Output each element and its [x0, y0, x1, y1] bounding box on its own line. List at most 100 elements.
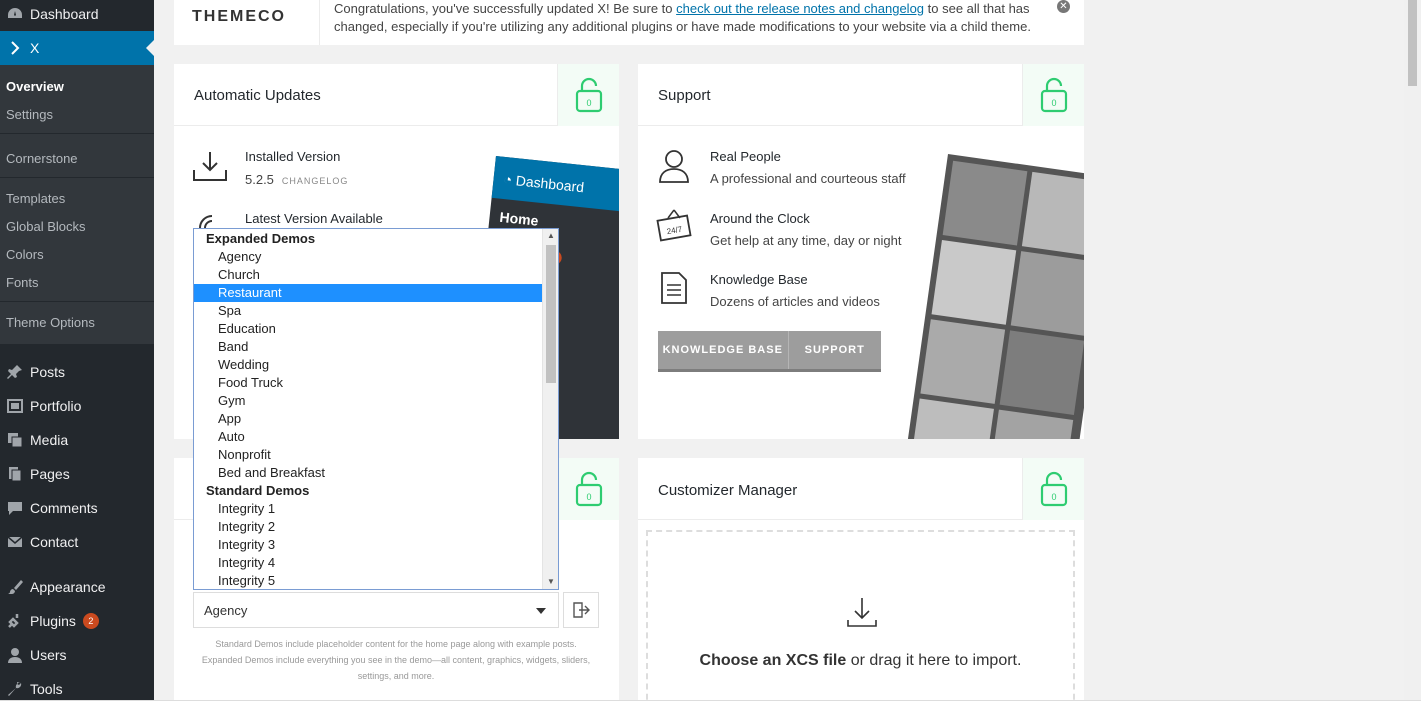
demo-option[interactable]: Restaurant — [194, 284, 542, 302]
wrench-icon — [0, 681, 30, 697]
support-button[interactable]: SUPPORT — [789, 331, 882, 369]
clock-sign-icon: 24/7 — [656, 208, 692, 245]
support-lock: 0 — [1022, 64, 1084, 126]
plug-icon — [0, 613, 30, 629]
customizer-card-header: Customizer Manager 0 — [638, 458, 1084, 520]
scroll-up-icon[interactable]: ▲ — [543, 229, 558, 243]
support-feature-title: Real People — [710, 149, 781, 164]
menu-users[interactable]: Users — [0, 644, 154, 666]
demo-option[interactable]: Integrity 3 — [194, 536, 542, 554]
download-icon — [192, 150, 228, 185]
latest-version-label: Latest Version Available — [245, 211, 383, 226]
svg-text:0: 0 — [586, 98, 591, 108]
menu-media[interactable]: Media — [0, 429, 154, 451]
demo-select[interactable]: Agency — [193, 592, 559, 628]
person-icon — [658, 148, 690, 187]
changelog-link[interactable]: CHANGELOG — [282, 176, 349, 186]
knowledge-base-button[interactable]: KNOWLEDGE BASE — [658, 331, 789, 369]
demo-dropdown-list[interactable]: Expanded Demos Agency Church Restaurant Spa E… — [193, 228, 559, 590]
demo-option[interactable]: Integrity 2 — [194, 518, 542, 536]
demo-select-value: Agency — [204, 603, 248, 618]
menu-contact[interactable]: Contact — [0, 531, 154, 553]
support-card: Support 0 Real People A professional and… — [638, 64, 1084, 439]
staff-photo — [1021, 171, 1084, 257]
demo-option[interactable]: Education — [194, 320, 542, 338]
support-feature-title: Around the Clock — [710, 211, 810, 226]
menu-appearance[interactable]: Appearance — [0, 576, 154, 598]
document-icon — [660, 271, 688, 308]
submenu-colors[interactable]: Colors — [6, 247, 44, 262]
submenu-fonts[interactable]: Fonts — [6, 275, 39, 290]
xcs-dropzone[interactable]: Choose an XCS file or drag it here to im… — [646, 530, 1075, 710]
demo-option[interactable]: Nonprofit — [194, 446, 542, 464]
submenu-overview[interactable]: Overview — [6, 79, 64, 94]
demo-option[interactable]: Gym — [194, 392, 542, 410]
menu-plugins[interactable]: Plugins 2 — [0, 610, 154, 632]
demo-option[interactable]: Wedding — [194, 356, 542, 374]
menu-x[interactable]: X — [0, 31, 154, 65]
dropdown-scroll-thumb[interactable] — [546, 245, 556, 383]
horizontal-scrollbar[interactable] — [0, 700, 1421, 716]
plugins-update-badge: 2 — [82, 613, 99, 629]
close-icon[interactable]: ✕ — [1057, 0, 1070, 13]
staff-photo-collage — [902, 154, 1084, 439]
submenu-theme-options[interactable]: Theme Options — [6, 315, 95, 330]
menu-plugins-label: Plugins — [30, 613, 76, 629]
staff-photo — [999, 330, 1084, 416]
release-notes-link[interactable]: check out the release notes and changelo… — [676, 1, 924, 16]
installed-version-row: 5.2.5 CHANGELOG — [245, 172, 348, 187]
download-icon — [846, 596, 878, 631]
preview-gauge-icon: ◔ — [502, 170, 513, 188]
page-scrollbar[interactable] — [1404, 0, 1421, 700]
dropzone-rest: or drag it here to import. — [846, 652, 1022, 669]
staff-photo — [909, 398, 994, 439]
submenu-templates[interactable]: Templates — [6, 191, 65, 206]
choose-file-link[interactable]: Choose an XCS file — [700, 652, 847, 669]
portfolio-icon — [0, 398, 30, 414]
demo-option[interactable]: Integrity 4 — [194, 554, 542, 572]
submenu-cornerstone[interactable]: Cornerstone — [6, 151, 78, 166]
svg-text:0: 0 — [1051, 492, 1056, 502]
demo-option[interactable]: Bed and Breakfast — [194, 464, 542, 482]
demo-option[interactable]: Integrity 5 — [194, 572, 542, 589]
demo-option[interactable]: Spa — [194, 302, 542, 320]
demo-option[interactable]: Church — [194, 266, 542, 284]
menu-tools[interactable]: Tools — [0, 678, 154, 700]
sign-in-icon — [573, 602, 590, 618]
admin-sidebar: Dashboard X Overview Settings Cornerston… — [0, 0, 154, 700]
menu-posts[interactable]: Posts — [0, 361, 154, 383]
import-demo-button[interactable] — [563, 592, 599, 628]
notice-divider — [319, 0, 320, 45]
envelope-icon — [0, 534, 30, 550]
dropdown-scrollbar[interactable]: ▲ ▼ — [542, 229, 558, 589]
menu-comments[interactable]: Comments — [0, 497, 154, 519]
support-feature-desc: A professional and courteous staff — [710, 171, 906, 186]
dashboard-icon — [0, 6, 30, 22]
demo-option[interactable]: Food Truck — [194, 374, 542, 392]
x-submenu: Overview Settings Cornerstone Templates … — [0, 65, 154, 344]
menu-dashboard-label: Dashboard — [30, 6, 99, 22]
menu-dashboard[interactable]: Dashboard — [0, 0, 154, 28]
demo-option[interactable]: Agency — [194, 248, 542, 266]
installed-version-label: Installed Version — [245, 149, 341, 164]
option-group-label: Standard Demos — [206, 483, 310, 498]
submenu-global-blocks[interactable]: Global Blocks — [6, 219, 85, 234]
demo-option[interactable]: App — [194, 410, 542, 428]
lock-icon: 0 — [575, 77, 602, 113]
media-icon — [0, 432, 30, 448]
menu-pages[interactable]: Pages — [0, 463, 154, 485]
submenu-separator — [0, 177, 154, 178]
demo-option[interactable]: Integrity 1 — [194, 500, 542, 518]
lock-icon: 0 — [575, 471, 602, 507]
menu-users-label: Users — [30, 647, 67, 663]
themeco-logo: THEMECO — [192, 8, 286, 25]
staff-photo — [1010, 251, 1084, 336]
scroll-down-icon[interactable]: ▼ — [543, 575, 558, 589]
page-scroll-thumb[interactable] — [1408, 0, 1417, 86]
menu-x-label: X — [30, 40, 40, 56]
demo-option[interactable]: Band — [194, 338, 542, 356]
demo-option[interactable]: Auto — [194, 428, 542, 446]
submenu-settings[interactable]: Settings — [6, 107, 53, 122]
pages-icon — [0, 466, 30, 482]
menu-portfolio[interactable]: Portfolio — [0, 395, 154, 417]
